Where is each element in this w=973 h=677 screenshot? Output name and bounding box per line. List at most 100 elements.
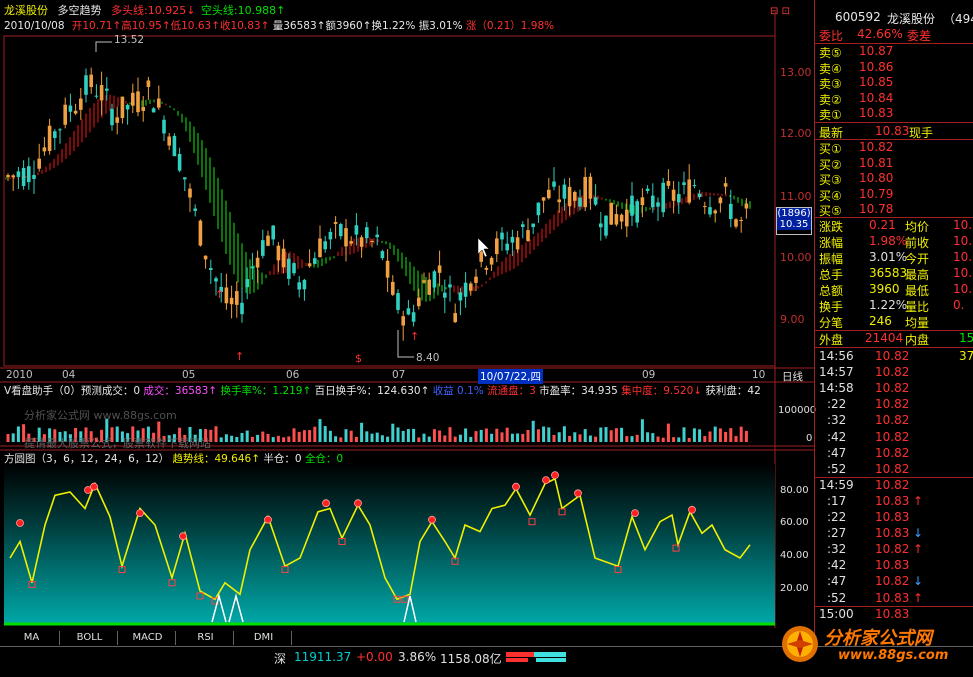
price-tick: 12.00 bbox=[780, 127, 812, 140]
candle-body bbox=[515, 237, 520, 250]
volume-bar bbox=[250, 436, 254, 442]
candle-body bbox=[193, 208, 197, 211]
peak-marker bbox=[322, 499, 330, 508]
volume-bar bbox=[484, 428, 488, 442]
tick-time: :22 bbox=[827, 397, 847, 412]
tick-arrow: ↑ bbox=[913, 542, 924, 557]
candle-body bbox=[453, 313, 457, 323]
candle-body bbox=[146, 80, 151, 87]
tick-price: 10.82 bbox=[875, 397, 910, 412]
candle-body bbox=[567, 186, 572, 207]
volume-bar bbox=[500, 432, 504, 442]
volume-bar bbox=[531, 420, 535, 442]
candle-body bbox=[469, 283, 473, 291]
volume-bar bbox=[349, 430, 353, 442]
candle-body bbox=[245, 279, 249, 288]
volume-bar bbox=[698, 429, 702, 442]
tab-boll[interactable]: BOLL bbox=[62, 631, 118, 645]
volume-bar bbox=[744, 430, 748, 442]
candle-body bbox=[11, 175, 15, 178]
candle-body bbox=[573, 191, 577, 201]
candle-body bbox=[318, 238, 322, 258]
volume-bar bbox=[323, 426, 327, 442]
peak-marker bbox=[136, 509, 144, 517]
volume-bar bbox=[276, 435, 280, 442]
tick-arrow: ↑ bbox=[913, 493, 924, 508]
price-tick: 11.00 bbox=[780, 190, 812, 203]
tab-ma[interactable]: MA bbox=[4, 631, 60, 645]
tick-row: :42 10.82 bbox=[819, 430, 973, 446]
tick-row: :52 10.82 bbox=[819, 462, 973, 478]
candle-body bbox=[370, 241, 374, 243]
tick-time: :32 bbox=[827, 413, 847, 428]
candle-body bbox=[677, 194, 681, 203]
stat-label: 今开 bbox=[905, 252, 930, 266]
osc-trend: 趋势线：49.646 bbox=[172, 453, 252, 465]
volume-bar bbox=[588, 435, 592, 442]
candle-body bbox=[99, 84, 104, 101]
candle-body bbox=[110, 108, 114, 126]
buy-level-label: 买② bbox=[819, 157, 842, 172]
quote-stock-name: 龙溪股份 bbox=[887, 12, 936, 26]
tick-time: :27 bbox=[827, 526, 847, 541]
volume-header: V看盘助手（0）预测成交：0 成交：36583↑ 换手率%：1.219↑ 百日换… bbox=[4, 385, 761, 397]
tick-row: 14:56 10.82 37 bbox=[819, 349, 973, 365]
high-mark: 13.52 bbox=[114, 34, 145, 46]
volume-bar bbox=[308, 430, 312, 442]
stat-label: 换手 bbox=[819, 300, 844, 314]
candle-body bbox=[630, 195, 634, 216]
stat-row: 换手 1.22% 量比 0. bbox=[819, 298, 973, 314]
stat-value: 1.98% bbox=[869, 234, 908, 248]
stat-row: 涨跌 0.21 均价 10. bbox=[819, 218, 973, 234]
volume-bar bbox=[729, 428, 733, 442]
tab-dmi[interactable]: DMI bbox=[236, 631, 292, 645]
tick-price: 10.82 bbox=[875, 461, 910, 476]
candle-body bbox=[541, 197, 546, 201]
tab-macd[interactable]: MACD bbox=[120, 631, 176, 645]
volume-bar bbox=[240, 432, 244, 442]
tick-time: :42 bbox=[827, 558, 847, 573]
vol-bairi: 百日换手%：124.630 bbox=[314, 385, 421, 397]
volume-bar bbox=[412, 428, 416, 442]
volume-bar bbox=[505, 427, 509, 442]
candle-body bbox=[120, 96, 125, 119]
candle-body bbox=[58, 129, 62, 131]
candle-body bbox=[557, 199, 561, 203]
candle-body bbox=[292, 263, 296, 274]
candle-body bbox=[235, 291, 239, 305]
peak-marker bbox=[574, 489, 582, 498]
stat-value: 10. bbox=[953, 266, 973, 280]
tab-rsi[interactable]: RSI bbox=[178, 631, 234, 645]
candle-body bbox=[463, 282, 468, 297]
volume-bar bbox=[635, 434, 639, 442]
tick-volume: 37 bbox=[959, 349, 973, 363]
candle-body bbox=[391, 281, 395, 295]
stat-row: 总手 36583 最高 10. bbox=[819, 266, 973, 282]
stat-label: 总额 bbox=[819, 284, 844, 298]
candle-body bbox=[297, 282, 301, 290]
peak-marker bbox=[16, 519, 24, 527]
stat-label: 最低 bbox=[905, 284, 930, 298]
candle-body bbox=[406, 308, 411, 315]
price-tick: 13.00 bbox=[780, 66, 812, 79]
candle-body bbox=[417, 297, 421, 307]
volume-bar bbox=[235, 437, 239, 442]
volume-bar bbox=[516, 433, 520, 442]
volume-bar bbox=[708, 431, 712, 442]
candle-body bbox=[276, 245, 281, 261]
stock-code: 600592 bbox=[835, 10, 881, 24]
tick-price: 10.83 bbox=[875, 606, 910, 621]
index-value: 11911.37 bbox=[294, 650, 352, 664]
tick-row: :27 10.83 ↓ bbox=[819, 526, 973, 542]
chart-canvas[interactable]: ↑ ↑ $ ↑ bbox=[0, 0, 814, 646]
volume-bar bbox=[339, 437, 343, 442]
volume-bar bbox=[557, 432, 561, 442]
buy-level-label: 买① bbox=[819, 142, 842, 156]
period-label[interactable]: 日线 bbox=[782, 369, 803, 384]
volume-bar bbox=[11, 433, 15, 442]
candle-body bbox=[157, 98, 161, 108]
peak-marker bbox=[551, 471, 559, 480]
candle-body bbox=[718, 197, 723, 204]
tick-time: 14:59 bbox=[819, 477, 854, 492]
volume-bar bbox=[328, 430, 332, 442]
